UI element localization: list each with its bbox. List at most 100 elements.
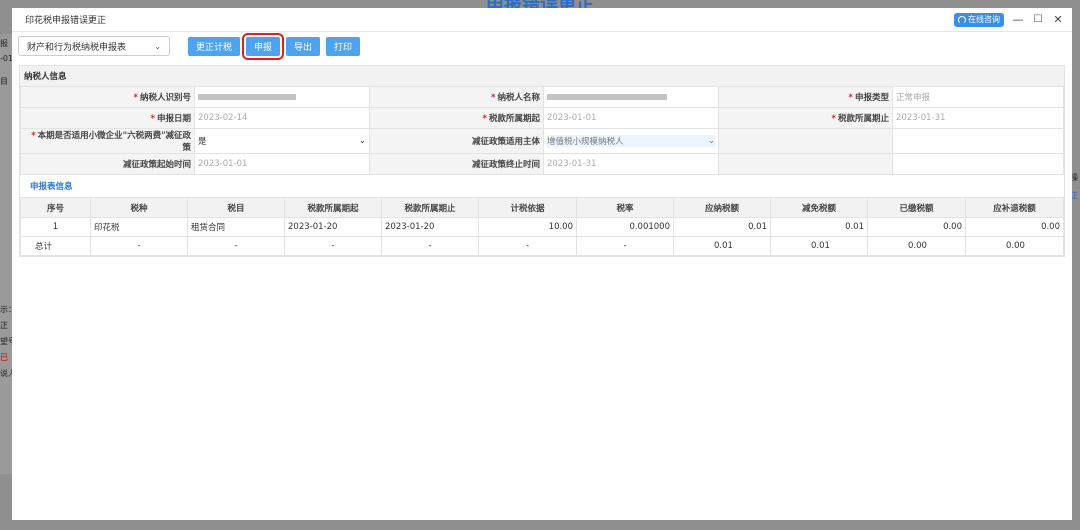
total-cell: -	[284, 236, 382, 256]
taxpayer-info-row: * 申报日期 2023-02-14 * 税款所属期起 2023-01-01 * 税款所属期止 2…	[20, 107, 1064, 129]
required-marker: *	[848, 93, 853, 103]
taxpayer-section-title: 纳税人信息	[20, 66, 1064, 86]
total-cell: -	[90, 236, 188, 256]
column-header: 应纳税额	[673, 197, 771, 218]
field-label-text: 纳税人识别号	[139, 93, 191, 103]
field-label-text: 减征政策终止时间	[471, 160, 540, 170]
required-marker: *	[491, 93, 496, 103]
required-marker: *	[31, 131, 36, 141]
total-cell: 0.01	[770, 236, 868, 256]
table-cell: 10.00	[478, 217, 577, 237]
taxpayer-info-table: * 纳税人识别号 * 纳税人名称 * 申报类型 正常申报 * 申报日期 2023-02-14 * 税款…	[20, 86, 1064, 175]
field-value: 2023-02-14	[194, 107, 370, 129]
field-value: 正常申报	[892, 86, 1064, 108]
total-cell: -	[187, 236, 285, 256]
field-label: * 本期是否适用小微企业"六税两费"减征政策	[20, 128, 195, 154]
field-value	[892, 128, 1064, 154]
table-cell: 0.001000	[576, 217, 674, 237]
table-cell: 印花税	[90, 217, 188, 237]
close-icon[interactable]: ✕	[1052, 13, 1064, 27]
total-cell: 0.00	[867, 236, 966, 256]
redacted-value	[198, 93, 296, 100]
field-label: 减征政策终止时间	[369, 153, 544, 175]
field-label: 减征政策适用主体	[369, 128, 544, 154]
field-label-text: 减征政策起始时间	[122, 160, 191, 170]
column-header: 税款所属期止	[381, 197, 479, 218]
export-button[interactable]: 导出	[286, 36, 321, 56]
column-header: 计税依据	[478, 197, 577, 218]
required-marker: *	[831, 114, 836, 124]
field-label-text: 申报类型	[854, 93, 889, 103]
column-header: 已缴税额	[867, 197, 966, 218]
declaration-section-title: 申报表信息	[30, 182, 73, 192]
table-cell: 1	[20, 217, 91, 237]
field-label: * 申报类型	[718, 86, 893, 108]
chevron-down-icon: ⌄	[154, 41, 161, 51]
table-cell: 0.00	[965, 217, 1064, 237]
column-header: 税种	[90, 197, 188, 218]
column-header: 税率	[576, 197, 674, 218]
recalculate-tax-button[interactable]: 更正计税	[188, 36, 241, 56]
field-label-text: 减征政策适用主体	[471, 137, 540, 147]
field-value[interactable]: 是 ⌄	[194, 128, 370, 154]
table-row: 1 印花税 租赁合同 2023-01-20 2023-01-20 10.00 0.00100…	[20, 217, 1064, 237]
reduction-subject-select[interactable]: 增值税小规模纳税人 ⌄	[547, 135, 715, 147]
maximize-icon[interactable]: ☐	[1032, 13, 1044, 27]
field-value: 2023-01-31	[543, 153, 719, 175]
online-consult-button[interactable]: 在线咨询	[954, 12, 1004, 27]
dialog-header: 印花税申报错误更正 在线咨询 — ☐ ✕	[12, 8, 1072, 32]
field-value[interactable]: 增值税小规模纳税人 ⌄	[543, 128, 719, 154]
field-label: * 纳税人识别号	[20, 86, 195, 108]
background-fragment: 已	[0, 353, 8, 362]
background-fragment: 正	[0, 321, 8, 330]
declaration-header-row: 序号 税种 税目 税款所属期起 税款所属期止 计税依据 税率 应纳税额 减免税额 已缴税额 应补退税…	[20, 197, 1064, 218]
total-cell: 0.01	[673, 236, 771, 256]
column-header: 序号	[20, 197, 91, 218]
main-panel: 纳税人信息 * 纳税人识别号 * 纳税人名称 * 申报类型 正常申报 * 申报日期 2023-02…	[19, 65, 1065, 257]
column-header: 减免税额	[770, 197, 868, 218]
table-cell: 租赁合同	[187, 217, 285, 237]
field-label: * 税款所属期起	[369, 107, 544, 129]
field-value: 2023-01-01	[194, 153, 370, 175]
total-cell: -	[381, 236, 479, 256]
column-header: 税目	[187, 197, 285, 218]
table-cell: 2023-01-20	[381, 217, 479, 237]
table-cell: 0.01	[770, 217, 868, 237]
total-cell: 总计	[20, 236, 91, 256]
table-cell: 2023-01-20	[284, 217, 382, 237]
field-value	[543, 86, 719, 108]
field-label	[718, 153, 893, 175]
total-cell: -	[576, 236, 674, 256]
small-micro-policy-select[interactable]: 是 ⌄	[198, 135, 366, 147]
redacted-value	[547, 93, 667, 100]
toolbar: 财产和行为税纳税申报表 ⌄ 更正计税 申报 导出 打印	[12, 32, 1072, 60]
print-button[interactable]: 打印	[326, 36, 361, 56]
total-cell: 0.00	[965, 236, 1064, 256]
table-cell: 0.01	[673, 217, 771, 237]
field-label: * 申报日期	[20, 107, 195, 129]
total-cell: -	[478, 236, 577, 256]
column-header: 应补退税额	[965, 197, 1064, 218]
total-row: 总计 - - - - - -0.01 0.01 0.00 0.00	[20, 236, 1064, 256]
taxpayer-info-row: * 纳税人识别号 * 纳税人名称 * 申报类型 正常申报	[20, 86, 1064, 108]
minimize-icon[interactable]: —	[1012, 13, 1024, 27]
declare-button[interactable]: 申报	[242, 32, 285, 60]
chevron-down-icon: ⌄	[707, 136, 715, 146]
field-label: * 税款所属期止	[718, 107, 893, 129]
field-value: 2023-01-31	[892, 107, 1064, 129]
field-label: 减征政策起始时间	[20, 153, 195, 175]
field-label-text: 税款所属期止	[837, 114, 889, 124]
headset-icon	[958, 15, 966, 24]
report-type-select[interactable]: 财产和行为税纳税申报表 ⌄	[18, 36, 170, 56]
chevron-down-icon: ⌄	[358, 136, 366, 146]
select-value: 是	[198, 137, 207, 147]
correction-dialog: 印花税申报错误更正 在线咨询 — ☐ ✕ 财产和行为税纳税申报表 ⌄ 更正计税 …	[12, 8, 1072, 520]
background-fragment: 目	[0, 77, 8, 86]
background-fragment: 报	[0, 39, 8, 48]
report-type-value: 财产和行为税纳税申报表	[27, 42, 127, 53]
select-value: 增值税小规模纳税人	[547, 137, 624, 147]
field-label	[718, 128, 893, 154]
column-header: 税款所属期起	[284, 197, 382, 218]
background-left-strip: 报 -01 目 示： 正 望号 已 说人	[0, 34, 16, 474]
field-label-text: 申报日期	[156, 114, 191, 124]
